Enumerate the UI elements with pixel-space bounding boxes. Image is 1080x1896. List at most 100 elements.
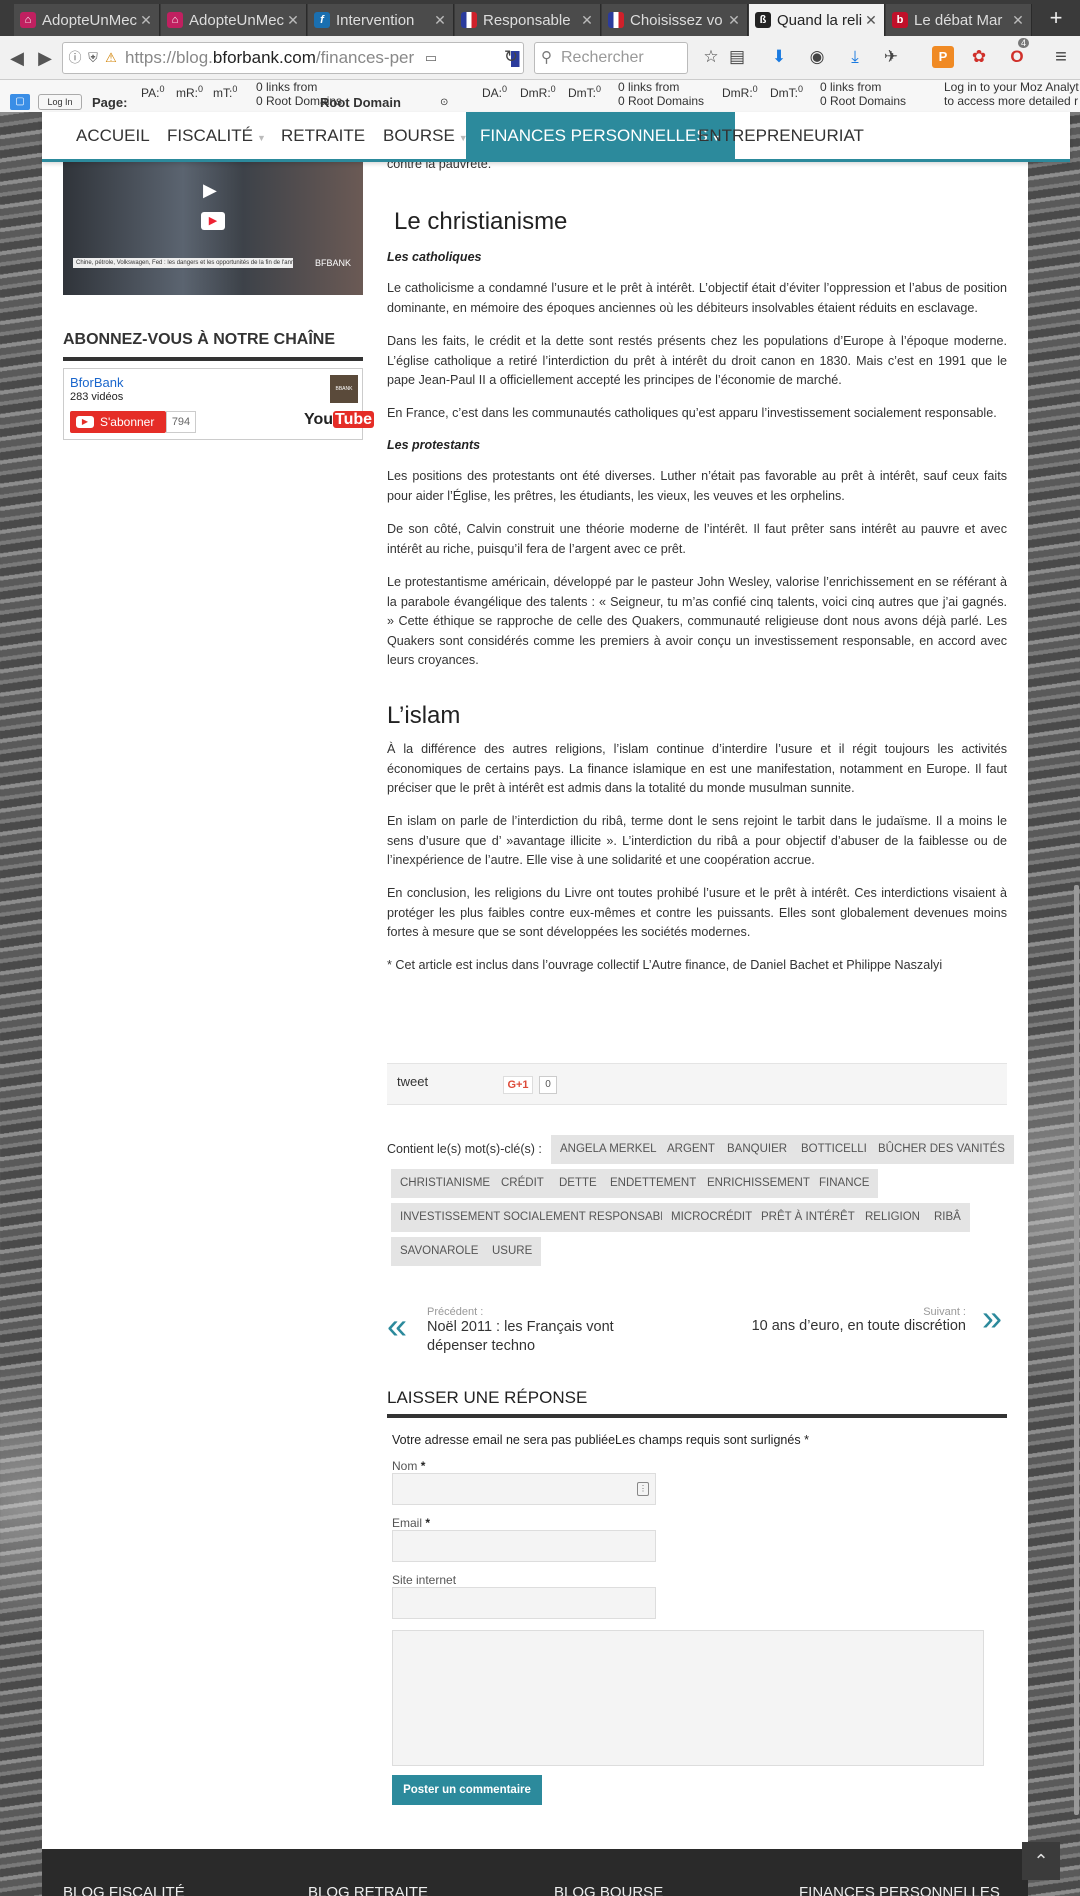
close-icon[interactable]: ✕ — [139, 12, 153, 29]
back-to-top-button[interactable]: ⌃ — [1022, 1842, 1060, 1880]
tag-link[interactable]: INVESTISSEMENT SOCIALEMENT RESPONSABLE. — [391, 1203, 687, 1232]
search-icon: ⚲ — [541, 49, 552, 66]
tag-link[interactable]: CHRISTIANISME — [391, 1169, 500, 1198]
search-input[interactable]: ⚲ Rechercher — [534, 42, 688, 74]
website-field[interactable] — [392, 1587, 656, 1619]
login-button[interactable]: Log In — [38, 94, 82, 110]
metric-da: DA:0 — [482, 84, 508, 100]
subheading-catholiques: Les catholiques — [387, 250, 482, 264]
close-icon[interactable]: ✕ — [727, 12, 741, 29]
download-arrow-icon[interactable]: ⬇ — [768, 46, 790, 68]
new-tab-button[interactable]: + — [1036, 4, 1076, 34]
tag-link[interactable]: FINANCE — [810, 1169, 879, 1198]
heading-islam: L’islam — [387, 702, 461, 729]
tag-link[interactable]: BANQUIER — [718, 1135, 797, 1164]
reader-view-icon[interactable]: ▭ — [423, 49, 439, 67]
heading-christianisme: Le christianisme — [394, 208, 568, 235]
tag-link[interactable]: PRÊT À INTÉRÊT — [752, 1203, 864, 1232]
tag-link[interactable]: ANGELA MERKEL — [551, 1135, 666, 1164]
tag-link[interactable]: BOTTICELLI — [792, 1135, 876, 1164]
downloads-icon[interactable]: ⤓ — [844, 46, 866, 68]
menu-item-bourse[interactable]: BOURSE ▼ — [369, 112, 482, 159]
mozbar-icon[interactable]: ▢ — [10, 94, 30, 110]
search-placeholder: Rechercher — [561, 49, 644, 66]
comment-textarea[interactable] — [392, 1630, 984, 1766]
paragraph: En islam on parle de l’interdiction du r… — [387, 814, 1007, 867]
tag-link[interactable]: RIBÂ — [925, 1203, 970, 1232]
browser-tab[interactable]: b Le débat Mar ✕ — [886, 4, 1032, 36]
url-bar[interactable]: ⓘ ⛨ ⚠ https://blog.bforbank.com/finances… — [62, 42, 524, 74]
comment-notes: Votre adresse email ne sera pas publiéeL… — [392, 1433, 809, 1447]
menu-item-accueil[interactable]: ACCUEIL — [62, 112, 164, 159]
subscribe-button[interactable]: ▶ S'abonner — [70, 411, 166, 433]
tags-label: Contient le(s) mot(s)-clé(s) : — [387, 1142, 542, 1156]
tag-link[interactable]: CRÉDIT — [492, 1169, 553, 1198]
close-icon[interactable]: ✕ — [433, 12, 447, 29]
site-footer: BLOG FISCALITÉ BLOG RETRAITE BLOG BOURSE… — [42, 1849, 1028, 1896]
metric-mr: mR:0 — [176, 84, 204, 100]
pocket-icon[interactable]: P — [932, 46, 954, 68]
tag-link[interactable]: USURE — [483, 1237, 542, 1266]
browser-tab-active[interactable]: ß Quand la reli ✕ — [749, 4, 885, 36]
prev-label: Précédent : — [427, 1306, 484, 1318]
paragraph: À la différence des autres religions, l’… — [387, 742, 1007, 795]
scrollbar-thumb[interactable] — [1074, 885, 1079, 1815]
gplus-button[interactable]: G+1 — [503, 1076, 533, 1094]
reading-list-icon[interactable]: ▤ — [726, 46, 748, 68]
close-icon[interactable]: ✕ — [1011, 12, 1025, 29]
url-path: /finances-per — [315, 48, 415, 67]
forward-icon[interactable]: ▶ — [32, 44, 58, 72]
next-post-link[interactable]: 10 ans d’euro, en toute discrétion — [700, 1318, 966, 1334]
close-icon[interactable]: ✕ — [864, 12, 878, 29]
tag-link[interactable]: ENDETTEMENT — [601, 1169, 706, 1198]
tag-link[interactable]: BÛCHER DES VANITÉS — [869, 1135, 1014, 1164]
video-thumbnail[interactable]: ▶ ▶ Chine, pétrole, Volkswagen, Fed : le… — [63, 162, 363, 295]
flag-icon — [608, 12, 624, 28]
next-arrow-icon[interactable]: » — [982, 1297, 1002, 1339]
f-icon: f — [314, 12, 330, 28]
metric-mt: mT:0 — [213, 84, 238, 100]
post-comment-button[interactable]: Poster un commentaire — [392, 1775, 542, 1805]
tag-link[interactable]: ENRICHISSEMENT — [698, 1169, 819, 1198]
browser-tab[interactable]: f Intervention ✕ — [308, 4, 454, 36]
paragraph: Les positions des protestants ont été di… — [387, 469, 1007, 503]
paragraph: Le protestantisme américain, développé p… — [387, 575, 1007, 667]
prev-arrow-icon[interactable]: « — [387, 1305, 407, 1347]
menu-item-fiscalite[interactable]: FISCALITÉ ▼ — [153, 112, 280, 159]
menu-item-entrepreneuriat[interactable]: ENTREPRENEURIAT — [684, 112, 878, 159]
close-icon[interactable]: ✕ — [286, 12, 300, 29]
prev-post-link[interactable]: Noël 2011 : les Français vont dépenser t… — [427, 1318, 677, 1356]
browser-tab[interactable]: Choisissez vo ✕ — [602, 4, 748, 36]
browser-tab[interactable]: ⌂ AdopteUnMec ✕ — [14, 4, 160, 36]
contact-card-icon[interactable]: ⋮ — [637, 1482, 649, 1496]
website-label: Site internet — [392, 1573, 457, 1587]
moz-promo[interactable]: Log in to your Moz Analyt to access more … — [944, 80, 1079, 108]
back-icon[interactable]: ◀ — [4, 44, 30, 72]
tweet-button[interactable]: tweet — [397, 1074, 428, 1089]
opera-icon[interactable]: O — [1006, 46, 1028, 68]
close-icon[interactable]: ✕ — [580, 12, 594, 29]
reload-icon[interactable]: ↻ — [500, 46, 522, 68]
bookmark-star-icon[interactable]: ☆ — [700, 46, 722, 68]
tag-link[interactable]: DETTE — [550, 1169, 606, 1198]
tag-link[interactable]: MICROCRÉDIT — [662, 1203, 762, 1232]
page-label: Page: — [92, 95, 128, 110]
channel-avatar[interactable]: BBANK — [330, 375, 358, 403]
channel-name[interactable]: BforBank — [70, 375, 123, 390]
warning-lock-icon: ⚠ — [105, 50, 117, 65]
tag-link[interactable]: ARGENT — [658, 1135, 724, 1164]
colors-extension-icon[interactable]: ✿ — [968, 46, 990, 68]
info-icon[interactable]: ⓘ — [67, 49, 83, 67]
browser-tab[interactable]: Responsable ✕ — [455, 4, 601, 36]
menu-item-retraite[interactable]: RETRAITE — [267, 112, 379, 159]
hamburger-menu-icon[interactable]: ≡ — [1050, 46, 1072, 68]
sync-icon[interactable]: ◉ — [806, 46, 828, 68]
chevron-down-icon[interactable]: ⊙ — [440, 96, 448, 110]
tag-link[interactable]: SAVONAROLE — [391, 1237, 488, 1266]
email-field[interactable] — [392, 1530, 656, 1562]
tag-link[interactable]: RELIGION — [856, 1203, 929, 1232]
name-field[interactable]: ⋮ — [392, 1473, 656, 1505]
play-icon[interactable]: ▶ — [203, 180, 217, 201]
browser-tab[interactable]: ⌂ AdopteUnMec ✕ — [161, 4, 307, 36]
extension-icon[interactable]: ✈ — [880, 46, 902, 68]
